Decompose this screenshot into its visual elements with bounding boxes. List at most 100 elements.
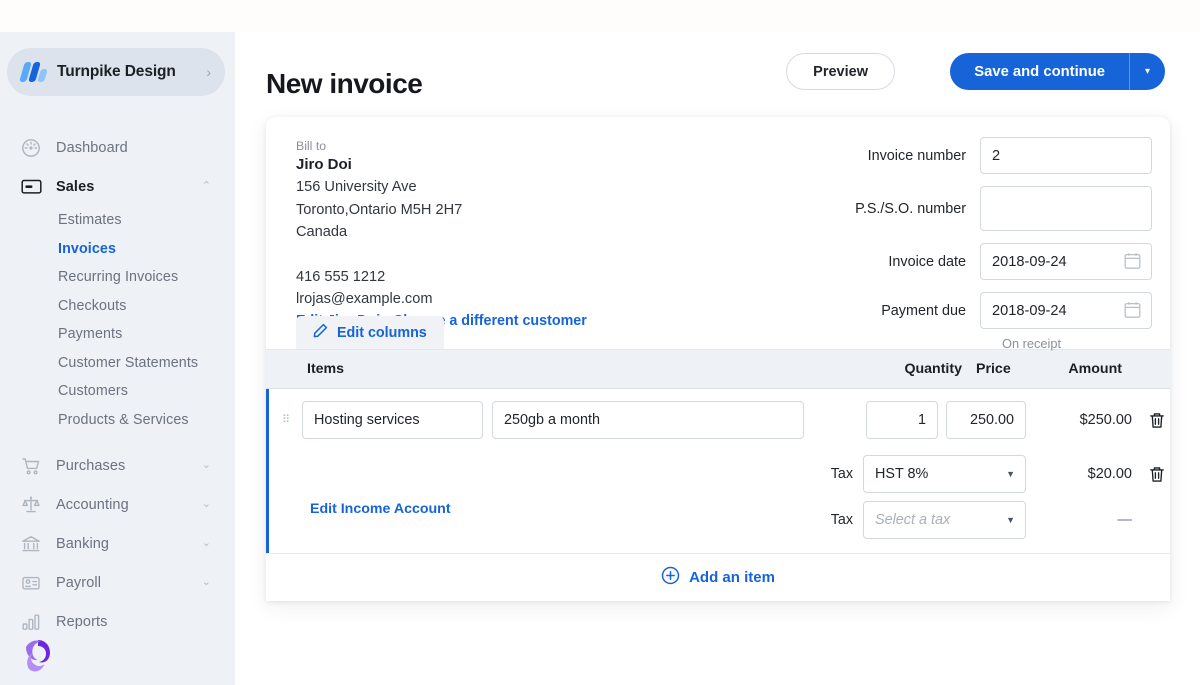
pencil-icon xyxy=(313,323,328,342)
payment-due-field xyxy=(980,292,1152,329)
sidebar-subitem-label: Products & Services xyxy=(58,412,189,428)
payment-due-label: Payment due xyxy=(881,303,966,319)
table-row: ⠿ $250.00 xyxy=(266,389,1170,451)
sidebar-item-payments[interactable]: Payments xyxy=(0,320,235,349)
tax-select-placeholder: Select a tax xyxy=(875,512,950,528)
sales-submenu: Estimates Invoices Recurring Invoices Ch… xyxy=(0,206,235,434)
payment-due-input[interactable] xyxy=(980,292,1152,329)
plus-circle-icon xyxy=(661,566,680,589)
tax-section: Edit Income Account Tax HST 8% ▼ $20.00 xyxy=(266,451,1170,553)
tax-label: Tax xyxy=(831,466,853,482)
app-root: Turnpike Design › Dashboard xyxy=(0,0,1200,685)
delete-item-icon[interactable] xyxy=(1144,412,1170,429)
sidebar: Turnpike Design › Dashboard xyxy=(0,32,235,685)
invoice-date-input[interactable] xyxy=(980,243,1152,280)
invoice-fields: Invoice number P.S./S.O. number Invoice … xyxy=(682,137,1152,351)
customer-email: lrojas@example.com xyxy=(296,288,587,311)
customer-country: Canada xyxy=(296,221,587,244)
sidebar-item-label: Sales xyxy=(56,179,94,195)
brand-switcher[interactable]: Turnpike Design › xyxy=(7,48,225,96)
bars-icon xyxy=(18,609,44,635)
chevron-right-icon: › xyxy=(206,64,211,80)
sidebar-nav: Dashboard Sales ⌃ Estimates Invoices Rec… xyxy=(0,128,235,641)
sidebar-item-estimates[interactable]: Estimates xyxy=(0,206,235,235)
chevron-down-icon: ⌄ xyxy=(202,538,211,549)
drag-handle-icon[interactable]: ⠿ xyxy=(282,417,302,424)
item-quantity-input[interactable] xyxy=(866,401,938,439)
add-item-button[interactable]: Add an item xyxy=(266,553,1170,601)
preview-button[interactable]: Preview xyxy=(786,53,895,90)
invoice-date-field xyxy=(980,243,1152,280)
gauge-icon xyxy=(18,135,44,161)
chevron-down-icon: ⌄ xyxy=(202,577,211,588)
bill-to-caption: Bill to xyxy=(296,139,587,153)
main-content: New invoice Preview Save and continue ▾ … xyxy=(235,32,1200,685)
sidebar-item-label: Reports xyxy=(56,614,107,630)
ps-so-number-input[interactable] xyxy=(980,186,1152,231)
invoice-date-row: Invoice date xyxy=(682,243,1152,280)
sidebar-item-checkouts[interactable]: Checkouts xyxy=(0,292,235,321)
tax-select-2[interactable]: Select a tax ▼ xyxy=(863,501,1026,539)
sidebar-subitem-label: Estimates xyxy=(58,212,122,228)
chevron-down-icon: ▼ xyxy=(1006,469,1015,479)
item-description-input[interactable] xyxy=(492,401,804,439)
sidebar-item-recurring-invoices[interactable]: Recurring Invoices xyxy=(0,263,235,292)
invoice-date-label: Invoice date xyxy=(888,254,966,270)
invoice-number-row: Invoice number xyxy=(682,137,1152,174)
payment-due-row: Payment due xyxy=(682,292,1152,329)
invoice-header-section: Bill to Jiro Doi 156 University Ave Toro… xyxy=(266,117,1170,349)
save-options-caret-icon[interactable]: ▾ xyxy=(1129,53,1165,90)
tax-amount-1: $20.00 xyxy=(1026,466,1144,482)
edit-columns-label: Edit columns xyxy=(337,325,427,341)
sidebar-subitem-label: Invoices xyxy=(58,241,116,257)
brand-name: Turnpike Design xyxy=(57,63,176,81)
column-header-amount: Amount xyxy=(1052,361,1170,377)
ps-so-number-label: P.S./S.O. number xyxy=(855,201,966,217)
tax-label: Tax xyxy=(831,512,853,528)
ps-so-number-row: P.S./S.O. number xyxy=(682,186,1152,231)
sidebar-item-label: Payroll xyxy=(56,575,101,591)
spacer xyxy=(296,244,587,266)
customer-address-line-2: Toronto,Ontario M5H 2H7 xyxy=(296,199,587,222)
delete-tax-icon[interactable] xyxy=(1144,466,1170,483)
tax-select-1[interactable]: HST 8% ▼ xyxy=(863,455,1026,493)
page-title: New invoice xyxy=(266,68,422,100)
chevron-down-icon: ▼ xyxy=(1006,515,1015,525)
bank-icon xyxy=(18,531,44,557)
tax-amount-2: — xyxy=(1026,512,1144,528)
invoice-number-label: Invoice number xyxy=(868,148,966,164)
sidebar-item-customers[interactable]: Customers xyxy=(0,377,235,406)
edit-columns-tab[interactable]: Edit columns xyxy=(296,316,444,349)
sidebar-item-invoices[interactable]: Invoices xyxy=(0,235,235,264)
sidebar-subitem-label: Customers xyxy=(58,383,128,399)
sidebar-subitem-label: Payments xyxy=(58,326,122,342)
sidebar-item-banking[interactable]: Banking ⌄ xyxy=(0,524,235,563)
chevron-up-icon: ⌃ xyxy=(202,181,211,192)
sidebar-item-payroll[interactable]: Payroll ⌄ xyxy=(0,563,235,602)
customer-name: Jiro Doi xyxy=(296,154,587,176)
item-name-input[interactable] xyxy=(302,401,483,439)
sidebar-item-sales[interactable]: Sales ⌃ xyxy=(0,167,235,206)
chevron-down-icon: ⌄ xyxy=(202,499,211,510)
payroll-icon xyxy=(18,570,44,596)
sidebar-item-dashboard[interactable]: Dashboard xyxy=(0,128,235,167)
add-item-label: Add an item xyxy=(689,569,775,586)
save-and-continue-button[interactable]: Save and continue xyxy=(950,53,1129,90)
tax-row-1: Tax HST 8% ▼ $20.00 xyxy=(269,451,1170,497)
item-price-input[interactable] xyxy=(946,401,1026,439)
scale-icon xyxy=(18,492,44,518)
card-icon xyxy=(18,174,44,200)
item-amount: $250.00 xyxy=(1026,412,1144,428)
sidebar-item-products-services[interactable]: Products & Services xyxy=(0,406,235,435)
edit-income-account-link[interactable]: Edit Income Account xyxy=(310,501,451,517)
table-tabs: Edit columns xyxy=(296,316,444,349)
chevron-down-icon: ⌄ xyxy=(202,460,211,471)
sidebar-item-label: Purchases xyxy=(56,458,125,474)
page-toolbar: New invoice Preview Save and continue ▾ xyxy=(235,32,1200,117)
sidebar-item-purchases[interactable]: Purchases ⌄ xyxy=(0,446,235,485)
tax-select-value: HST 8% xyxy=(875,466,928,482)
sidebar-item-customer-statements[interactable]: Customer Statements xyxy=(0,349,235,378)
customer-phone: 416 555 1212 xyxy=(296,266,587,289)
invoice-number-input[interactable] xyxy=(980,137,1152,174)
sidebar-item-accounting[interactable]: Accounting ⌄ xyxy=(0,485,235,524)
